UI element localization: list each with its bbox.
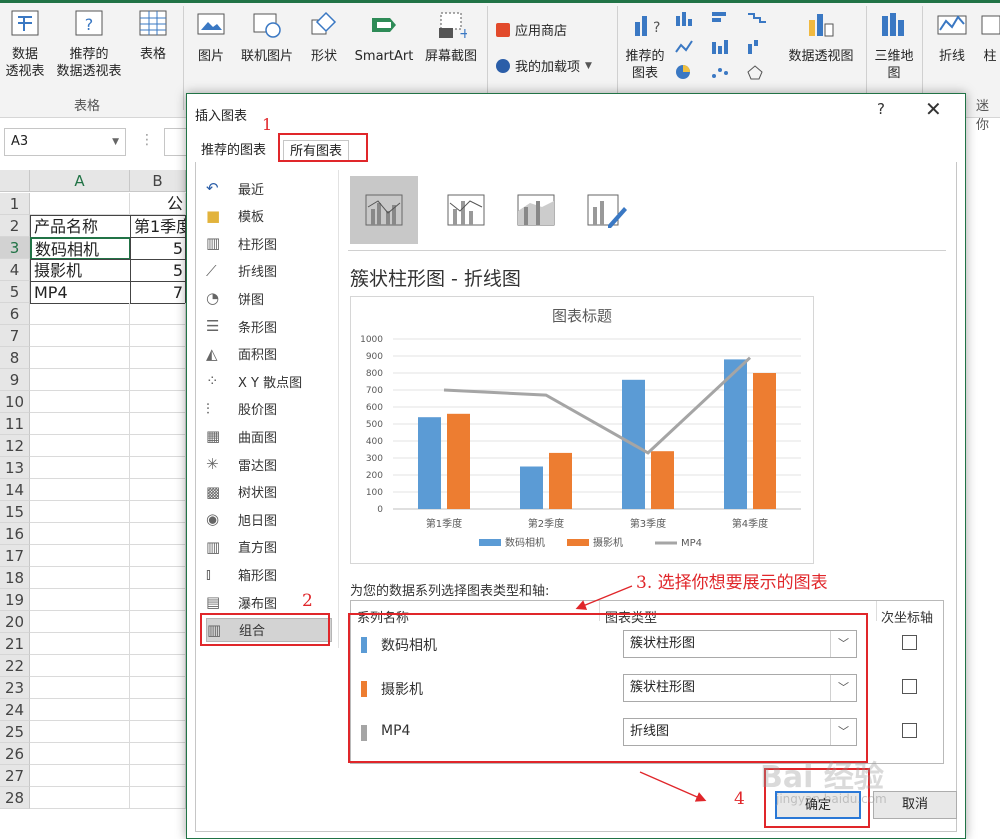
watermark-url: jingyan.baidu.com	[776, 792, 887, 806]
annotation-arrows	[575, 585, 707, 802]
watermark-logo: Bai 经验	[760, 760, 884, 795]
